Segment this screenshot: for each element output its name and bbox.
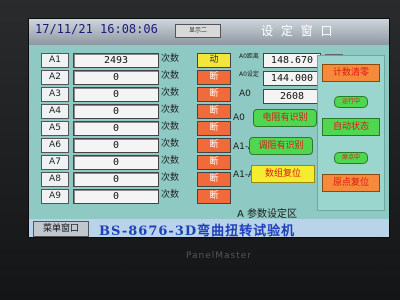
row-count-field[interactable]: 0 (73, 70, 159, 85)
row-label: A1 (41, 53, 69, 68)
row-unit: 次数 (161, 156, 180, 166)
origin-reset-button[interactable]: 原点复位 (322, 174, 380, 192)
row-count-field[interactable]: 0 (73, 172, 159, 187)
hmi-screen: 17/11/21 16:08:06 显示二 设 定 窗 口 A1 2493 次数… (28, 18, 390, 238)
origin-indicator: 原点中 (334, 152, 368, 164)
row-count-field[interactable]: 0 (73, 87, 159, 102)
row-a5: A5 0 次数 断 (29, 121, 239, 136)
row-status: 断 (197, 189, 231, 204)
adjust-detect-button[interactable]: 调阻有识别 (249, 137, 313, 155)
row-a9: A9 0 次数 断 (29, 189, 239, 204)
row-status: 动 (197, 53, 231, 68)
a0-count-label: A0 (239, 89, 251, 99)
param-area-label: A 参数设定区 (237, 209, 298, 220)
array-reset-button[interactable]: 数组复位 (251, 165, 315, 183)
row-status: 断 (197, 87, 231, 102)
resistance-detect-button[interactable]: 电阻有识别 (253, 109, 317, 127)
row-unit: 次数 (161, 173, 180, 183)
row-status: 断 (197, 172, 231, 187)
row-status: 断 (197, 104, 231, 119)
machine-name: BS-8676-3D弯曲扭转试验机 (99, 224, 296, 238)
row-unit: 次数 (161, 54, 180, 64)
bezel-brand: PanelMaster (186, 251, 253, 261)
row-a7: A7 0 次数 断 (29, 155, 239, 170)
row-a1: A1 2493 次数 动 (29, 53, 239, 68)
row-label: A6 (41, 138, 69, 153)
row-count-field[interactable]: 0 (73, 138, 159, 153)
row-a6: A6 0 次数 断 (29, 138, 239, 153)
a0-setting-label: A0设定 (239, 71, 259, 78)
row-a8: A8 0 次数 断 (29, 172, 239, 187)
row-count-field[interactable]: 0 (73, 189, 159, 204)
row-label: A3 (41, 87, 69, 102)
display-flag: 显示二 (175, 24, 221, 38)
row-label: A8 (41, 172, 69, 187)
row-count-field[interactable]: 0 (73, 104, 159, 119)
a0-distance-value: 148.670 (263, 53, 321, 68)
window-title: 设 定 窗 口 (261, 24, 335, 38)
row-status: 断 (197, 121, 231, 136)
row-unit: 次数 (161, 71, 180, 81)
top-bar: 17/11/21 16:08:06 显示二 设 定 窗 口 (29, 19, 389, 45)
running-indicator: 运行中 (334, 96, 368, 108)
row-a2: A2 0 次数 断 (29, 70, 239, 85)
a0-count-value: 2608 (263, 89, 321, 104)
row-unit: 次数 (161, 139, 180, 149)
row-count-field[interactable]: 0 (73, 155, 159, 170)
row-label: A7 (41, 155, 69, 170)
a0-setting-input[interactable]: 144.000 (263, 71, 321, 86)
row-unit: 次数 (161, 122, 180, 132)
row-unit: 次数 (161, 105, 180, 115)
menu-window-button[interactable]: 菜单窗口 (33, 221, 89, 237)
bottom-bar: 菜单窗口 BS-8676-3D弯曲扭转试验机 (29, 219, 389, 237)
row-a4: A4 0 次数 断 (29, 104, 239, 119)
datetime: 17/11/21 16:08:06 (35, 22, 158, 36)
right-panel: 计数清零 运行中 自动状态 原点中 原点复位 (317, 55, 385, 211)
row-unit: 次数 (161, 190, 180, 200)
count-clear-button[interactable]: 计数清零 (322, 64, 380, 82)
row-label: A2 (41, 70, 69, 85)
row-status: 断 (197, 138, 231, 153)
row-a3: A3 0 次数 断 (29, 87, 239, 102)
row-count-field[interactable]: 0 (73, 121, 159, 136)
auto-state-button[interactable]: 自动状态 (322, 118, 380, 136)
row-unit: 次数 (161, 88, 180, 98)
row-status: 断 (197, 155, 231, 170)
row-status: 断 (197, 70, 231, 85)
a0-distance-label: A0距离 (239, 53, 259, 60)
group-a0-label: A0 (233, 113, 245, 123)
row-label: A5 (41, 121, 69, 136)
row-label: A4 (41, 104, 69, 119)
row-count-field[interactable]: 2493 (73, 53, 159, 68)
row-label: A9 (41, 189, 69, 204)
